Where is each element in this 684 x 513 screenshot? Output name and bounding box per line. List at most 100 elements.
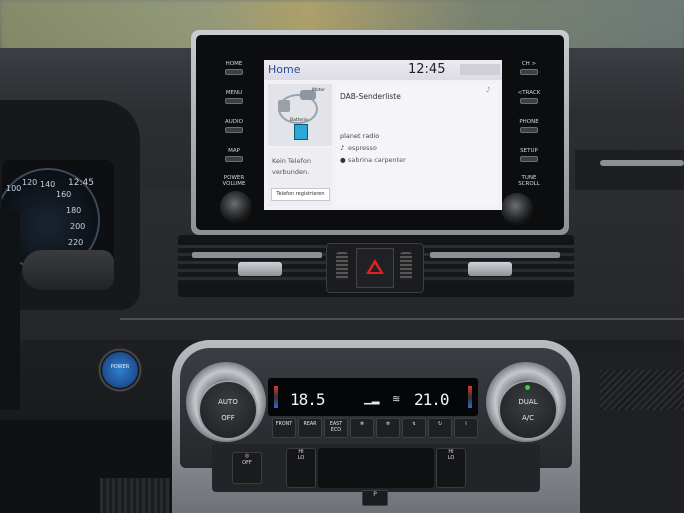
track-title: espresso (348, 144, 377, 152)
fan-icon: ✻ (359, 422, 365, 427)
screen-title[interactable]: Home (268, 63, 300, 76)
vent-wheel-left[interactable] (336, 252, 348, 280)
airflow-mode-button[interactable]: ↯ (402, 418, 426, 438)
vent-trim-right (430, 252, 560, 258)
hazard-icon (366, 259, 384, 274)
tune-scroll-label: TUNE SCROLL (518, 175, 540, 187)
register-phone-button[interactable]: Telefon registrieren (271, 188, 330, 201)
recirculation-button[interactable]: ↻ (428, 418, 452, 438)
touch-screen[interactable]: Home 12:45 Motor Batterie Kein Telefon v… (264, 60, 502, 210)
gauge-number: 180 (66, 206, 82, 215)
track-button[interactable]: <TRACK (505, 90, 553, 104)
right-seat-heat-button[interactable]: HI LO (436, 448, 466, 488)
phone-widget: Kein Telefon verbunden. Telefon registri… (268, 148, 332, 206)
tune-knob[interactable] (501, 193, 533, 225)
car-interior: 100 120 140 160 180 200 220 12:45 POWER … (0, 0, 684, 513)
screen-clock: 12:45 (408, 62, 446, 77)
storage-tray (318, 448, 434, 488)
ac-label: A/C (521, 414, 535, 422)
phone-status: Kein Telefon verbunden. (272, 157, 311, 176)
fan-up-button[interactable]: ✼ (376, 418, 400, 438)
engine-icon (278, 100, 290, 112)
left-temp-dial[interactable]: AUTO OFF (186, 362, 266, 442)
airflow-icon: ≋ (392, 394, 401, 405)
power-label: POWER (110, 364, 130, 370)
gauge-number: 140 (40, 180, 56, 189)
climate-display: 18.5 ▁▂ ≋ 21.0 (268, 378, 478, 416)
right-trim (600, 160, 684, 166)
music-note-icon: ♪ (486, 86, 491, 94)
recirculation-icon: ↻ (437, 422, 443, 427)
off-button[interactable]: ◎ OFF (232, 452, 262, 484)
seat-icon: ⌇ (464, 422, 468, 427)
battery-icon (294, 124, 308, 140)
infotainment-bezel: HOME MENU AUDIO MAP POWER VOLUME CH > <T… (196, 35, 564, 230)
dashboard-seam (120, 318, 684, 320)
pedal (100, 478, 170, 513)
map-button[interactable]: MAP (210, 148, 258, 162)
speaker-grille (600, 370, 684, 410)
power-button[interactable]: POWER (98, 348, 142, 392)
artist-name: sabrina carpenter (348, 156, 406, 164)
steering-wheel-edge (0, 210, 20, 410)
gauge-number: 200 (70, 222, 86, 231)
channel-button[interactable]: CH > (505, 61, 553, 75)
heated-seat-mode-button[interactable]: ⌇ (454, 418, 478, 438)
right-temp-dial[interactable]: DUAL A/C (486, 362, 566, 442)
airflow-icon: ↯ (411, 422, 417, 427)
fan-down-button[interactable]: ✻ (350, 418, 374, 438)
rear-defrost-button[interactable]: REAR (298, 418, 322, 438)
infotainment-unit: HOME MENU AUDIO MAP POWER VOLUME CH > <T… (191, 30, 569, 235)
power-volume-label: POWER VOLUME (222, 175, 246, 187)
dual-label: DUAL (518, 398, 538, 406)
track-row: ♪ espresso (340, 144, 377, 152)
gauge-number: 120 (22, 178, 38, 187)
vent-tab-left[interactable] (238, 262, 282, 276)
artist-row: ● sabrina carpenter (340, 156, 406, 164)
menu-button[interactable]: MENU (210, 90, 258, 104)
vent-wheel-right[interactable] (400, 252, 412, 280)
station-name: planet radio (340, 132, 380, 140)
volume-knob[interactable] (220, 191, 252, 223)
left-temp: 18.5 (290, 390, 326, 409)
gauge-number: 160 (56, 190, 72, 199)
dual-led (525, 385, 530, 390)
music-note-icon: ♪ (340, 144, 345, 152)
motor-label: Motor (312, 88, 326, 93)
vent-trim-left (192, 252, 322, 258)
header-strip (460, 64, 500, 75)
auto-button[interactable]: AUTO OFF (198, 380, 258, 440)
cluster-clock: 12:45 (68, 178, 94, 188)
dab-widget[interactable]: DAB-Senderliste ♪ planet radio ♪ espresso… (336, 84, 498, 206)
wheel-icon: ◎ (244, 453, 250, 459)
gauge-number: 100 (6, 184, 22, 193)
gauge-number: 220 (68, 238, 84, 247)
hazard-button[interactable] (356, 248, 394, 288)
right-vent (575, 150, 684, 190)
vent-tab-right[interactable] (468, 262, 512, 276)
setup-button[interactable]: SETUP (505, 148, 553, 162)
fan-icon: ✼ (385, 422, 391, 427)
off-label: OFF (242, 460, 252, 466)
dual-button[interactable]: DUAL A/C (498, 380, 558, 440)
phone-button[interactable]: PHONE (505, 119, 553, 133)
right-temp: 21.0 (414, 390, 450, 409)
front-defrost-button[interactable]: FRONT (272, 418, 296, 438)
parking-button[interactable]: P (362, 490, 388, 506)
left-temp-indicator (274, 386, 278, 408)
right-temp-indicator (468, 386, 472, 408)
energy-monitor-widget[interactable]: Motor Batterie (268, 84, 332, 146)
battery-label: Batterie (290, 118, 309, 123)
auto-label: AUTO (218, 398, 238, 406)
audio-button[interactable]: AUDIO (210, 119, 258, 133)
left-seat-heat-button[interactable]: HI LO (286, 448, 316, 488)
home-button[interactable]: HOME (210, 61, 258, 75)
wiper-stalk[interactable] (22, 250, 114, 290)
eco-button[interactable]: EAST ECO (324, 418, 348, 438)
seat-heat-label: HI LO (447, 449, 455, 461)
fan-speed-icon: ▁▂ (364, 394, 380, 405)
climate-button-row: FRONT REAR EAST ECO ✻ ✼ ↯ ↻ ⌇ (272, 418, 478, 440)
person-icon: ● (340, 156, 346, 164)
dab-title: DAB-Senderliste (340, 92, 401, 101)
screen-header: Home 12:45 (264, 60, 502, 80)
